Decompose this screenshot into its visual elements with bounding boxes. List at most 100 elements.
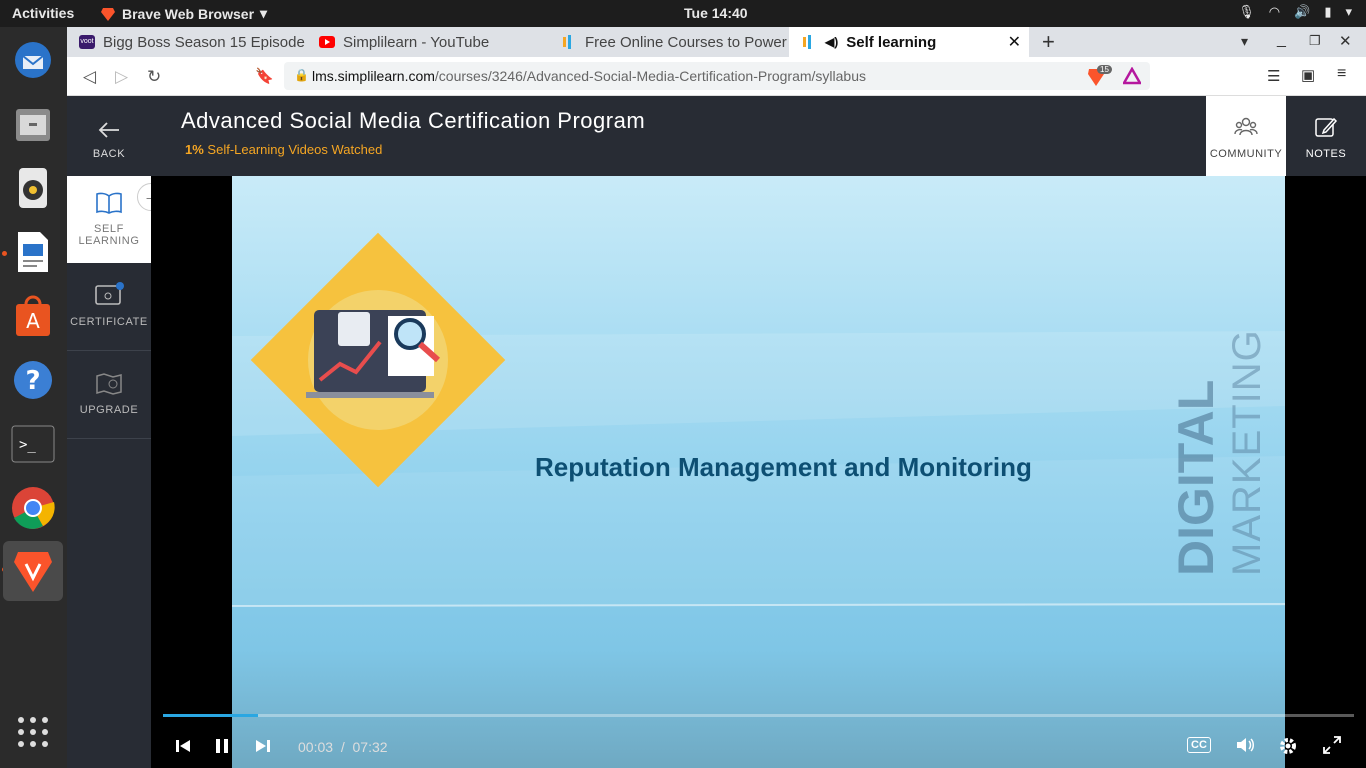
navigation-bar: ◁ ▷ ↻ 🔖 🔒 lms.simplilearn.com/courses/32…	[67, 57, 1366, 96]
watermark-line-2: MARKETING	[1225, 329, 1269, 576]
playlist-icon[interactable]: ☰	[1267, 67, 1280, 85]
system-tray[interactable]: 🎙 ◠ 🔊 ▮ ▾	[1238, 4, 1352, 20]
open-book-icon	[96, 192, 122, 214]
arrow-left-icon	[98, 122, 119, 138]
course-title: Advanced Social Media Certification Prog…	[181, 108, 646, 133]
video-frame: Reputation Management and Monitoring DIG…	[232, 176, 1285, 768]
community-button[interactable]: COMMUNITY	[1206, 96, 1286, 176]
fullscreen-icon[interactable]	[1323, 736, 1341, 754]
pause-icon[interactable]	[214, 738, 230, 754]
svg-text:?: ?	[25, 366, 40, 396]
upgrade-label: UPGRADE	[79, 404, 139, 416]
community-people-icon	[1234, 117, 1258, 136]
time-separator: /	[340, 739, 345, 755]
seek-progress	[163, 714, 259, 717]
self-learning-label-1: SELF	[94, 223, 124, 235]
help-icon[interactable]: ?	[8, 355, 58, 405]
tab-self-learning[interactable]: ◀) Self learning ✕	[789, 27, 1029, 57]
playback-time: 00:03 / 07:32	[298, 739, 388, 755]
tab-voot[interactable]: voot Bigg Boss Season 15 Episode	[67, 27, 307, 57]
tab-search-chevron-icon[interactable]: ▾	[1241, 33, 1248, 50]
network-icon: ◠	[1268, 4, 1281, 19]
chevron-down-icon: ▾	[1345, 4, 1352, 19]
volume-icon[interactable]	[1235, 736, 1255, 754]
app-menu[interactable]: Brave Web Browser ▾	[100, 5, 267, 22]
shields-count-badge: 15	[1097, 65, 1112, 74]
duration: 07:32	[352, 739, 388, 755]
ubuntu-software-icon[interactable]: A	[8, 291, 58, 341]
close-window-button[interactable]: ✕	[1339, 32, 1352, 50]
divider	[67, 350, 151, 351]
progress-status: 1% Self-Learning Videos Watched	[185, 142, 382, 157]
sidebar-item-certificate[interactable]: CERTIFICATE	[67, 282, 151, 328]
rhythmbox-icon[interactable]	[8, 163, 58, 213]
tab-label: Simplilearn - YouTube	[343, 33, 490, 51]
video-player[interactable]: Reputation Management and Monitoring DIG…	[151, 176, 1366, 768]
address-bar[interactable]: 🔒 lms.simplilearn.com/courses/3246/Advan…	[284, 62, 1150, 90]
battery-icon: ▮	[1324, 4, 1332, 19]
current-time: 00:03	[298, 739, 334, 755]
forward-nav-icon[interactable]: ▷	[115, 67, 128, 87]
tab-strip: voot Bigg Boss Season 15 Episode Simplil…	[67, 27, 1366, 57]
chevron-down-icon: ▾	[260, 5, 268, 21]
notes-label: NOTES	[1305, 148, 1347, 160]
files-icon[interactable]	[8, 99, 58, 149]
minimize-button[interactable]: _	[1277, 31, 1286, 49]
tab-youtube[interactable]: Simplilearn - YouTube	[307, 27, 547, 57]
tab-label: Bigg Boss Season 15 Episode	[103, 33, 305, 51]
edit-notes-icon	[1315, 117, 1338, 137]
closed-captions-button[interactable]: CC	[1187, 737, 1211, 753]
back-button[interactable]: BACK	[67, 120, 151, 160]
tab-free-courses[interactable]: Free Online Courses to Power	[549, 27, 787, 57]
slide-heading: Reputation Management and Monitoring	[535, 452, 1032, 482]
watermark-line-1: DIGITAL	[1168, 379, 1224, 576]
volume-icon: 🔊	[1294, 4, 1311, 19]
progress-label: Self-Learning Videos Watched	[207, 142, 383, 157]
audio-playing-icon: ◀)	[825, 35, 839, 49]
community-label: COMMUNITY	[1209, 148, 1283, 160]
clock[interactable]: Tue 14:40	[684, 5, 748, 21]
chrome-icon[interactable]	[8, 483, 58, 533]
course-header: Advanced Social Media Certification Prog…	[151, 96, 1366, 176]
simplilearn-icon	[803, 35, 811, 49]
sidebar-item-upgrade[interactable]: UPGRADE	[67, 372, 151, 416]
settings-gear-icon[interactable]	[1278, 736, 1298, 756]
app-name: Brave Web Browser	[122, 5, 255, 22]
divider	[67, 438, 151, 439]
brave-rewards-icon[interactable]	[1123, 67, 1141, 85]
show-applications-icon[interactable]	[8, 707, 58, 757]
analytics-diamond-icon	[250, 232, 506, 488]
brave-lion-icon	[101, 7, 115, 21]
reload-icon[interactable]: ↻	[147, 67, 161, 87]
url-path: /courses/3246/Advanced-Social-Media-Cert…	[434, 68, 867, 84]
libreoffice-writer-icon[interactable]	[8, 227, 58, 277]
lock-icon: 🔒	[294, 68, 309, 82]
simplilearn-icon	[563, 35, 571, 49]
microphone-icon: 🎙	[1238, 4, 1255, 19]
seek-bar[interactable]	[163, 714, 1354, 717]
thunderbird-icon[interactable]	[8, 35, 58, 85]
svg-text:>_: >_	[19, 437, 36, 453]
new-tab-button[interactable]: +	[1042, 29, 1055, 55]
brave-browser-icon[interactable]	[3, 541, 63, 601]
notes-button[interactable]: NOTES	[1286, 96, 1366, 176]
brave-shields-button[interactable]: 15	[1087, 65, 1112, 87]
menu-icon[interactable]: ≡	[1337, 65, 1346, 83]
voot-icon: voot	[79, 35, 95, 49]
close-tab-icon[interactable]: ✕	[1008, 32, 1021, 52]
svg-text:A: A	[26, 309, 40, 333]
certificate-icon	[95, 282, 124, 305]
activities-button[interactable]: Activities	[12, 5, 74, 21]
progress-value: 1%	[185, 142, 204, 157]
skip-next-icon[interactable]	[255, 738, 271, 754]
certificate-label: CERTIFICATE	[70, 316, 148, 328]
skip-previous-icon[interactable]	[175, 738, 191, 754]
maximize-button[interactable]: ❐	[1309, 33, 1321, 49]
terminal-icon[interactable]: >_	[8, 419, 58, 469]
youtube-icon	[319, 36, 335, 48]
wallet-icon[interactable]: ▣	[1301, 66, 1315, 84]
tab-label: Self learning	[846, 33, 937, 51]
bookmark-icon[interactable]: 🔖	[255, 67, 274, 85]
tab-label: Free Online Courses to Power	[585, 33, 787, 51]
back-nav-icon[interactable]: ◁	[83, 67, 96, 87]
